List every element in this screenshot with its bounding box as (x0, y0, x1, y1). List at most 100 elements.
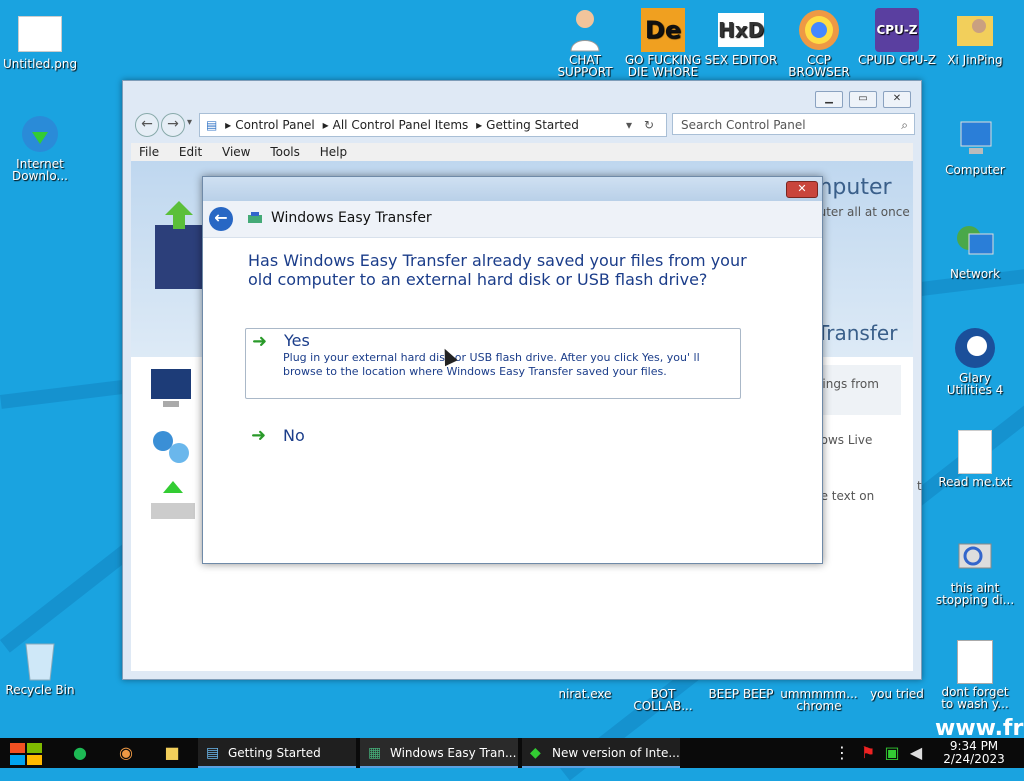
desktop-icon-sex-editor[interactable]: HxD SEX EDITOR (701, 8, 781, 66)
chrome-taskbar-icon[interactable]: ◉ (114, 741, 138, 765)
desktop-icon-glary[interactable]: Glary Utilities 4 (935, 326, 1015, 396)
doctor-icon (563, 8, 607, 52)
close-button[interactable]: ✕ (883, 91, 911, 108)
search-icon[interactable]: ⌕ (901, 114, 908, 136)
start-button[interactable] (10, 743, 42, 765)
windows-monitor-icon (151, 369, 191, 407)
taskbar-task-getting-started[interactable]: ▤ Getting Started (198, 738, 356, 768)
green-arrow-icon: ➜ (251, 425, 267, 446)
dialog-header: ← Windows Easy Transfer (203, 201, 822, 238)
yes-option-button[interactable]: ➜ Yes Plug in your external hard disk or… (245, 328, 741, 399)
banner-subtitle: puter all at once (811, 205, 910, 219)
easy-transfer-icon (247, 211, 263, 225)
clock[interactable]: 9:34 PM 2/24/2023 (934, 740, 1014, 766)
dialog-close-button[interactable]: ✕ (786, 181, 818, 198)
banner-transfer-text: Transfer (817, 321, 898, 345)
navigation-bar: ← → ▾ ▤ ▸ Control Panel ▸ All Control Pane… (131, 113, 915, 137)
breadcrumb-getting-started[interactable]: Getting Started (486, 118, 579, 132)
taskbar-task-idm[interactable]: ◆ New version of Inte... (522, 738, 680, 768)
dialog-question: Has Windows Easy Transfer already saved … (248, 251, 747, 289)
tray-volume-icon[interactable]: ◀ (904, 741, 928, 765)
glary-icon (953, 326, 997, 370)
menu-view[interactable]: View (214, 143, 258, 161)
desktop-icon-bot-collab[interactable]: BOT COLLAB... (623, 688, 703, 712)
desktop-icon-untitled-png[interactable]: Untitled.png (0, 12, 80, 70)
desktop-icon-internet-download[interactable]: Internet Downlo... (0, 112, 80, 182)
clock-date: 2/24/2023 (943, 752, 1005, 766)
desktop-icon-nirat[interactable]: nirat.exe (545, 688, 625, 700)
calendar-file-icon (953, 640, 997, 684)
live-butterfly-icon (153, 431, 189, 463)
menu-help[interactable]: Help (312, 143, 355, 161)
green-arrow-icon: ➜ (252, 331, 268, 352)
desktop-icon-recycle-bin[interactable]: Recycle Bin (0, 638, 80, 696)
dialog-titlebar[interactable]: ✕ (203, 177, 822, 201)
desktop-icon-network[interactable]: Network (935, 222, 1015, 280)
breadcrumb-control-panel[interactable]: Control Panel (235, 118, 315, 132)
dialog-title: Windows Easy Transfer (271, 210, 432, 226)
recent-pages-dropdown[interactable]: ▾ (187, 117, 192, 128)
desktop-icon-chat-support[interactable]: CHAT SUPPORT (545, 8, 625, 78)
yes-label: Yes (284, 331, 310, 350)
desktop-icon-cpuz[interactable]: CPU-Z CPUID CPU-Z (857, 8, 937, 66)
desktop-icon-you-tried[interactable]: you tried (857, 688, 937, 700)
tray-overflow-icon[interactable]: ⋮ (830, 741, 854, 765)
cpuz-icon: CPU-Z (875, 8, 919, 52)
back-button[interactable]: ← (135, 113, 159, 137)
folder-person-icon (953, 8, 997, 52)
desktop-icon-computer[interactable]: Computer (935, 118, 1015, 176)
chrome-like-icon (797, 8, 841, 52)
forward-button[interactable]: → (161, 113, 185, 137)
yes-description: Plug in your external hard disk or USB f… (283, 351, 700, 378)
file-explorer-icon[interactable]: ■ (160, 741, 184, 765)
easy-transfer-icon: ▦ (368, 745, 382, 761)
menu-file[interactable]: File (131, 143, 167, 161)
spotify-like-icon[interactable]: ● (68, 741, 92, 765)
back-arrow-icon[interactable]: ← (209, 207, 233, 231)
idm-icon: ◆ (530, 745, 541, 761)
no-option-button[interactable]: ➜ No (247, 423, 447, 449)
search-input[interactable]: Search Control Panel ⌕ (672, 113, 915, 135)
transfer-drive-icon (151, 481, 195, 519)
menu-edit[interactable]: Edit (171, 143, 210, 161)
computer-icon (953, 118, 997, 162)
window-titlebar[interactable]: ▁ ▭ ✕ (123, 81, 921, 113)
task-icon-column (131, 357, 201, 671)
task-text-letter: t (917, 479, 922, 493)
image-file-icon (18, 12, 62, 56)
tray-flag-icon[interactable]: ⚑ (856, 741, 880, 765)
desktop-icon-xi-jinping[interactable]: Xi JinPing (935, 8, 1015, 66)
desktop-icon-this-aint-stopping[interactable]: this aint stopping di... (935, 536, 1015, 606)
desktop-icon-dont-forget[interactable]: dont forget to wash y... (935, 640, 1015, 710)
desktop-icon-beep-beep[interactable]: BEEP BEEP (701, 688, 781, 700)
windows-logo-icon (10, 743, 42, 765)
banner-title: mputer (811, 175, 892, 200)
text-file-icon (953, 430, 997, 474)
tray-network-icon[interactable]: ▣ (880, 741, 904, 765)
desktop-icon-ccp-browser[interactable]: CCP BROWSER (779, 8, 859, 78)
de-icon: De (641, 8, 685, 52)
control-panel-icon: ▤ (206, 745, 220, 761)
no-label: No (283, 426, 305, 445)
desktop-icon-de[interactable]: De GO FUCKING DIE WHORE (623, 8, 703, 78)
network-icon (953, 222, 997, 266)
menu-tools[interactable]: Tools (262, 143, 308, 161)
desktop-icon-chrome[interactable]: ummmmm... chrome (779, 688, 859, 712)
breadcrumb-all-items[interactable]: All Control Panel Items (333, 118, 469, 132)
menu-bar: File Edit View Tools Help (131, 143, 913, 161)
control-panel-icon: ▤ (206, 118, 218, 132)
taskbar: ● ◉ ■ ▤ Getting Started ▦ Windows Easy T… (0, 738, 1024, 768)
hxd-icon: HxD (718, 8, 764, 52)
desktop-icon-readme[interactable]: Read me.txt (935, 430, 1015, 488)
address-bar[interactable]: ▤ ▸ Control Panel ▸ All Control Panel Item… (199, 113, 667, 137)
address-dropdown-icon[interactable]: ▾ (626, 114, 632, 136)
magnifier-computer-icon (953, 536, 997, 580)
refresh-icon[interactable]: ↻ (644, 114, 654, 136)
recycle-bin-icon (18, 638, 62, 682)
monitor-illustration-icon (155, 201, 203, 289)
easy-transfer-dialog: ✕ ← Windows Easy Transfer Has Windows Ea… (202, 176, 823, 564)
maximize-button[interactable]: ▭ (849, 91, 877, 108)
minimize-button[interactable]: ▁ (815, 91, 843, 108)
download-globe-icon (18, 112, 62, 156)
taskbar-task-easy-transfer[interactable]: ▦ Windows Easy Tran... (360, 738, 518, 768)
